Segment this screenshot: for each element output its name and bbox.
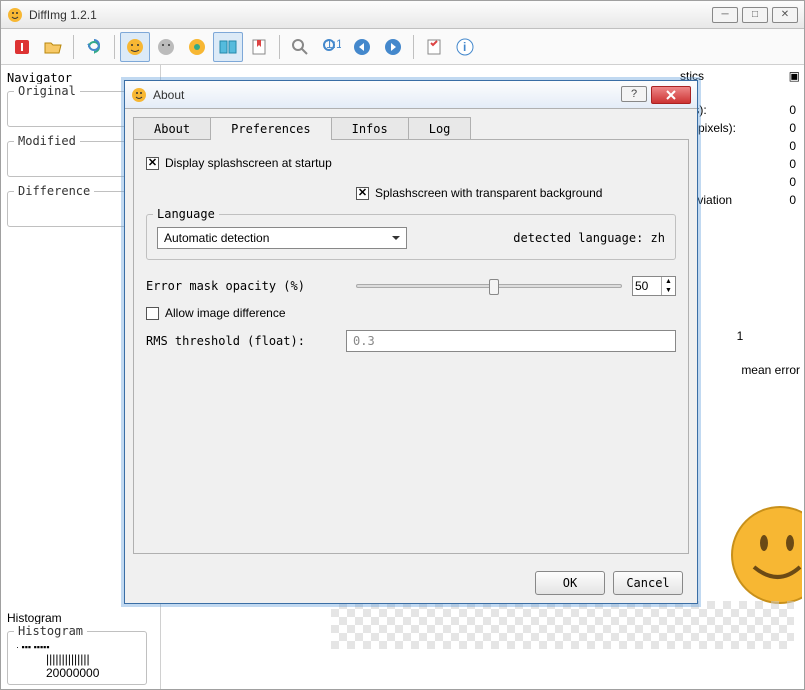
rms-input[interactable] xyxy=(346,330,676,352)
minimize-button[interactable]: ─ xyxy=(712,7,738,23)
language-combo[interactable]: Automatic detection xyxy=(157,227,407,249)
opacity-slider[interactable] xyxy=(356,284,622,288)
histogram-area: Histogram Histogram · ▪▪▪ ▪▪▪▪▪ ||||||||… xyxy=(7,611,147,685)
face2-button[interactable] xyxy=(151,32,181,62)
dialog-icon xyxy=(131,87,147,103)
opacity-spinbox[interactable]: 50 ▲▼ xyxy=(632,276,676,296)
splash-transparent-checkbox[interactable] xyxy=(356,187,369,200)
dialog-close-button[interactable] xyxy=(651,86,691,104)
window-title: DiffImg 1.2.1 xyxy=(29,8,712,22)
detected-language: detected language: zh xyxy=(513,231,665,245)
mean-error-label: mean error xyxy=(680,363,800,377)
language-title: Language xyxy=(153,207,219,221)
open-button[interactable] xyxy=(38,32,68,62)
face3-button[interactable] xyxy=(182,32,212,62)
dialog-tabs: About Preferences Infos Log xyxy=(125,109,697,140)
splash-label: Display splashscreen at startup xyxy=(165,156,332,170)
maximize-button[interactable]: □ xyxy=(742,7,768,23)
opacity-slider-thumb[interactable] xyxy=(489,279,499,295)
next-button[interactable] xyxy=(378,32,408,62)
spin-down[interactable]: ▼ xyxy=(662,286,675,295)
face1-button[interactable] xyxy=(120,32,150,62)
spin-up[interactable]: ▲ xyxy=(662,277,675,286)
refresh-button[interactable] xyxy=(79,32,109,62)
preferences-panel: Display splashscreen at startup Splashsc… xyxy=(133,139,689,554)
info-button[interactable]: i xyxy=(450,32,480,62)
ok-button[interactable]: OK xyxy=(535,571,605,595)
difference-label: Difference xyxy=(14,184,94,198)
opacity-label: Error mask opacity (%) xyxy=(146,279,346,293)
dialog-help-button[interactable]: ? xyxy=(621,86,647,102)
zoom-actual-button[interactable]: 1:1 xyxy=(316,32,346,62)
tab-infos[interactable]: Infos xyxy=(331,117,409,140)
tab-about[interactable]: About xyxy=(133,117,211,140)
quit-button[interactable] xyxy=(7,32,37,62)
tab-log[interactable]: Log xyxy=(408,117,472,140)
checker-pattern xyxy=(331,601,794,649)
svg-text:i: i xyxy=(463,40,466,54)
app-icon xyxy=(7,7,23,23)
stat-one: 1 xyxy=(680,329,800,343)
bookmark-button[interactable] xyxy=(244,32,274,62)
rms-label: RMS threshold (float): xyxy=(146,334,346,348)
splash-transparent-label: Splashscreen with transparent background xyxy=(375,186,602,200)
close-button[interactable]: ✕ xyxy=(772,7,798,23)
zoom-fit-button[interactable] xyxy=(285,32,315,62)
statistics-panel: stics▣ s els):0 n (pixels):0 r:0 0 0 dev… xyxy=(680,69,800,377)
main-titlebar: DiffImg 1.2.1 ─ □ ✕ xyxy=(1,1,804,29)
language-group: Language Automatic detection detected la… xyxy=(146,214,676,260)
tab-preferences[interactable]: Preferences xyxy=(210,117,331,140)
smiley-image xyxy=(730,505,802,608)
prefs-button[interactable] xyxy=(419,32,449,62)
histogram-section-label: Histogram xyxy=(7,611,147,625)
allow-diff-checkbox[interactable] xyxy=(146,307,159,320)
dialog-title: About xyxy=(153,88,621,102)
prev-button[interactable] xyxy=(347,32,377,62)
original-label: Original xyxy=(14,84,80,98)
svg-text:1:1: 1:1 xyxy=(326,37,341,51)
modified-label: Modified xyxy=(14,134,80,148)
main-toolbar: 1:1 i xyxy=(1,29,804,65)
allow-diff-label: Allow image difference xyxy=(165,306,286,320)
histogram-label: Histogram xyxy=(14,624,87,638)
cancel-button[interactable]: Cancel xyxy=(613,571,683,595)
dialog-titlebar: About ? xyxy=(125,81,697,109)
about-dialog: About ? About Preferences Infos Log Disp… xyxy=(124,80,698,604)
splash-checkbox[interactable] xyxy=(146,157,159,170)
dual-view-button[interactable] xyxy=(213,32,243,62)
